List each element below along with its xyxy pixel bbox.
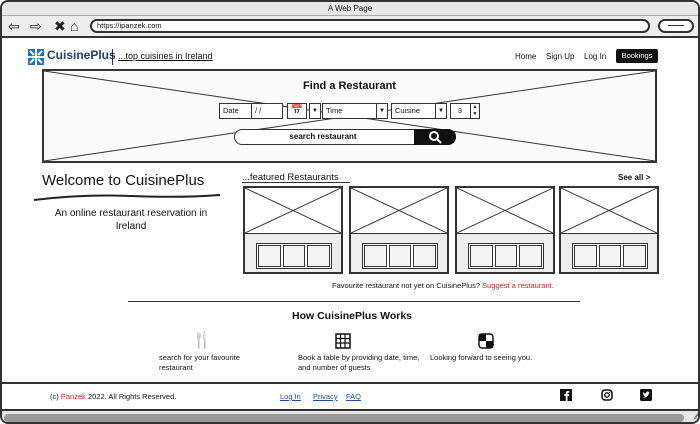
time-slot-button[interactable] xyxy=(282,245,306,267)
cuisine-select[interactable]: Cuisine ▼ xyxy=(391,103,447,119)
resize-grip-icon[interactable]: ∕∕ xyxy=(695,412,698,421)
facebook-icon[interactable] xyxy=(560,389,572,401)
copyright-prefix: (c) xyxy=(50,392,59,401)
footer-divider xyxy=(2,382,698,384)
time-slot-button[interactable] xyxy=(519,245,543,267)
nav-signup[interactable]: Sign Up xyxy=(546,52,574,61)
instagram-icon[interactable] xyxy=(601,389,613,401)
date-dropdown[interactable]: ▼ xyxy=(309,103,321,119)
time-slot-button[interactable] xyxy=(258,245,281,267)
step-book-text: Book a table by providing date, time, an… xyxy=(298,353,420,372)
restaurant-card[interactable] xyxy=(559,186,659,274)
brand-tagline: ...top cuisines in Ireland xyxy=(118,51,213,61)
image-placeholder xyxy=(457,188,553,234)
site-header: CuisinePlus ...top cuisines in Ireland H… xyxy=(26,47,658,67)
cutlery-icon: 🍴 xyxy=(192,332,212,349)
time-slot-button[interactable] xyxy=(574,245,597,267)
card-time-slots xyxy=(572,243,648,269)
scrollbar-thumb[interactable] xyxy=(4,414,684,422)
company-name[interactable]: Panzek xyxy=(61,392,86,401)
image-placeholder xyxy=(245,188,341,234)
calendar-icon[interactable]: 📅 xyxy=(287,103,307,119)
arrow-right-icon[interactable]: ⇨ xyxy=(30,18,42,34)
guests-value: 3 xyxy=(457,106,463,115)
image-placeholder xyxy=(351,188,447,234)
image-placeholder xyxy=(561,188,657,234)
time-slot-button[interactable] xyxy=(364,245,387,267)
table-grid-icon xyxy=(335,333,351,349)
search-button[interactable] xyxy=(414,129,456,145)
time-slot-button[interactable] xyxy=(307,245,331,267)
underline-decoration xyxy=(33,194,221,201)
brand-name[interactable]: CuisinePlus xyxy=(47,48,116,62)
card-time-slots xyxy=(256,243,332,269)
featured-underline xyxy=(242,182,350,183)
nav-home[interactable]: Home xyxy=(515,52,536,61)
horizontal-scrollbar[interactable]: ∕∕ xyxy=(2,409,698,422)
search-icon xyxy=(429,131,442,144)
card-time-slots xyxy=(468,243,544,269)
cuisine-select-label: Cuisine xyxy=(395,106,421,115)
search-placeholder: search restaurant xyxy=(289,132,357,141)
time-slot-button[interactable] xyxy=(413,245,437,267)
home-icon[interactable]: ⌂ xyxy=(70,18,78,34)
step-enjoy-text: Looking forward to seeing you. xyxy=(430,353,533,362)
browser-toolbar: ⇦ ⇨ ✖ ⌂ https://ipanzek.com xyxy=(2,16,698,38)
checkered-icon xyxy=(478,333,494,349)
window-title: A Web Page xyxy=(2,2,698,16)
footer-login-link[interactable]: Log In xyxy=(280,392,301,401)
guests-stepper[interactable]: 3 ▲ ▼ xyxy=(450,103,480,119)
card-time-slots xyxy=(362,243,438,269)
date-input[interactable]: / / xyxy=(251,103,283,119)
time-slot-button[interactable] xyxy=(388,245,412,267)
time-slot-button[interactable] xyxy=(598,245,622,267)
hero-search-panel: Find a Restaurant Date / / 📅 ▼ Time ▼ Cu… xyxy=(42,69,657,163)
section-divider xyxy=(128,301,580,302)
time-slot-button[interactable] xyxy=(623,245,647,267)
footer-faq-link[interactable]: FAQ xyxy=(346,392,361,401)
close-icon[interactable]: ✖ xyxy=(54,18,66,34)
date-label: Date xyxy=(219,103,251,119)
restaurant-card[interactable] xyxy=(455,186,555,274)
suggest-text: Favourite restaurant not yet on CuisineP… xyxy=(332,281,480,290)
time-slot-button[interactable] xyxy=(470,245,493,267)
logo-icon[interactable] xyxy=(28,49,44,65)
restaurant-card[interactable] xyxy=(349,186,449,274)
suggest-restaurant-link[interactable]: Suggest a restaurant. xyxy=(482,281,554,290)
welcome-title: Welcome to CuisinePlus xyxy=(42,172,205,189)
browser-menu-button[interactable] xyxy=(658,19,694,33)
nav-login[interactable]: Log In xyxy=(584,52,606,61)
arrow-left-icon[interactable]: ⇦ xyxy=(8,18,20,34)
time-select-label: Time xyxy=(326,106,343,115)
browser-window: A Web Page ⇦ ⇨ ✖ ⌂ https://ipanzek.com C… xyxy=(0,0,700,424)
bookings-button[interactable]: Bookings xyxy=(616,49,658,63)
brand-separator xyxy=(112,49,113,65)
hero-title: Find a Restaurant xyxy=(303,80,396,92)
copyright: (c) Panzek 2022. All Rights Reserved. xyxy=(50,392,176,401)
time-slot-button[interactable] xyxy=(494,245,518,267)
step-search-text: search for your favourite restaurant xyxy=(159,353,240,372)
chevron-down-icon: ▼ xyxy=(435,104,446,118)
time-select[interactable]: Time ▼ xyxy=(322,103,388,119)
see-all-link[interactable]: See all > xyxy=(618,173,650,182)
suggest-restaurant: Favourite restaurant not yet on CuisineP… xyxy=(332,281,554,290)
twitter-icon[interactable] xyxy=(640,389,652,401)
chevron-down-icon: ▼ xyxy=(376,104,387,118)
stepper-arrows-icon[interactable]: ▲ ▼ xyxy=(470,104,479,118)
footer-privacy-link[interactable]: Privacy xyxy=(313,392,338,401)
welcome-subtitle: An online restaurant reservation in Irel… xyxy=(54,208,208,232)
search-input[interactable]: search restaurant xyxy=(234,129,456,145)
copyright-suffix: 2022. All Rights Reserved. xyxy=(87,392,177,401)
restaurant-card[interactable] xyxy=(243,186,343,274)
url-bar[interactable]: https://ipanzek.com xyxy=(90,19,650,33)
how-it-works-title: How CuisinePlus Works xyxy=(292,310,412,322)
